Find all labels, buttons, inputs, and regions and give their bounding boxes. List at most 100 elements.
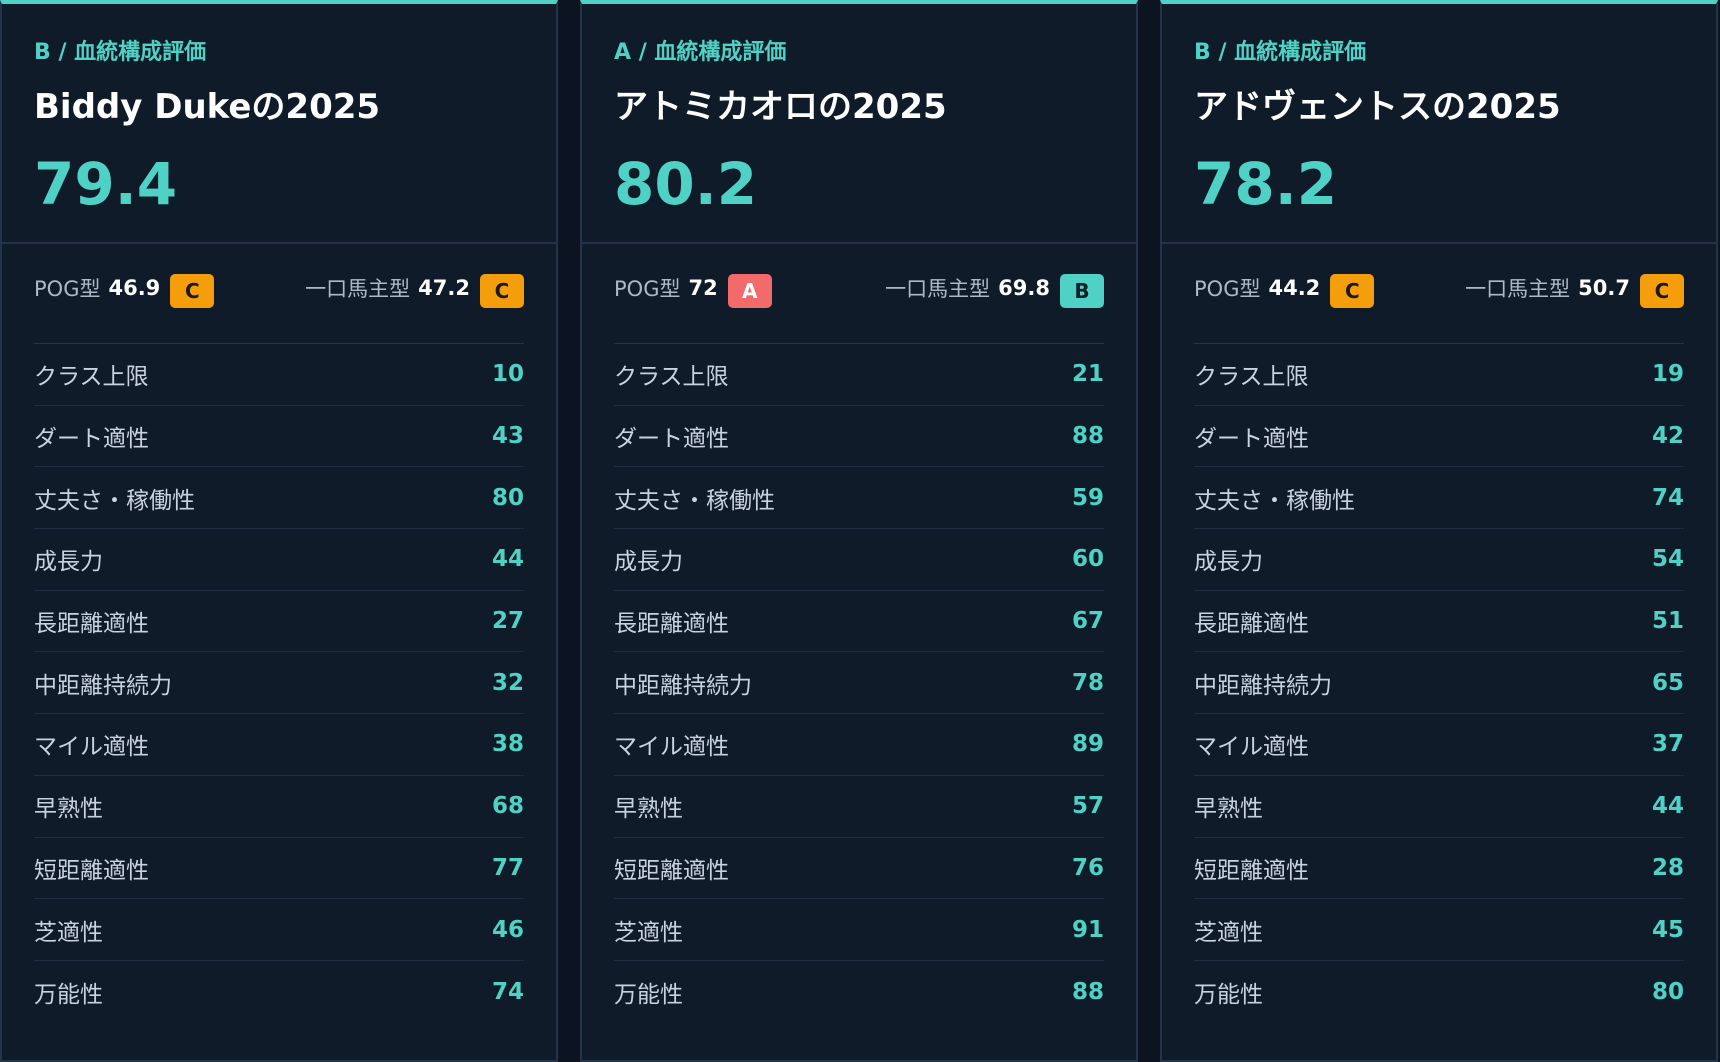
stat-value: 74 xyxy=(1651,484,1684,511)
owner-type: 一口馬主型 50.7 C xyxy=(1465,268,1684,308)
stat-label: 短距離適性 xyxy=(614,857,729,884)
stat-label: クラス上限 xyxy=(1194,364,1309,391)
stat-label: 早熟性 xyxy=(614,796,683,823)
stat-label: 長距離適性 xyxy=(34,611,149,638)
pog-grade-badge: C xyxy=(1330,273,1375,308)
stat-row: クラス上限 19 xyxy=(1194,344,1684,406)
owner-type-value: 50.7 xyxy=(1578,275,1630,300)
card-header: A / 血統構成評価 アトミカオロの2025 80.2 xyxy=(582,4,1136,244)
stat-label: 芝適性 xyxy=(1194,919,1263,946)
stat-label: 成長力 xyxy=(614,549,683,576)
type-scores: POG型 72 A 一口馬主型 69.8 B xyxy=(614,244,1104,344)
stat-label: クラス上限 xyxy=(614,364,729,391)
stat-value: 80 xyxy=(1651,978,1684,1005)
stat-label: 万能性 xyxy=(1194,981,1263,1008)
stat-label: 短距離適性 xyxy=(1194,857,1309,884)
stat-label: 成長力 xyxy=(34,549,103,576)
stat-row: 中距離持続力 32 xyxy=(34,652,524,715)
stat-row: 長距離適性 51 xyxy=(1194,591,1684,653)
evaluation-grade-line: B / 血統構成評価 xyxy=(1194,40,1367,65)
stat-label: ダート適性 xyxy=(1194,426,1309,453)
stat-value: 51 xyxy=(1651,608,1684,635)
stat-value: 67 xyxy=(1071,608,1104,635)
stat-value: 80 xyxy=(491,484,524,511)
evaluation-grade: A xyxy=(614,40,632,65)
stat-value: 10 xyxy=(491,361,524,388)
pedigree-card-3: B / 血統構成評価 アドヴェントスの2025 78.2 POG型 44.2 C… xyxy=(1160,0,1718,1062)
stat-label: ダート適性 xyxy=(34,426,149,453)
pedigree-card-1: B / 血統構成評価 Biddy Dukeの2025 79.4 POG型 46.… xyxy=(0,0,558,1062)
stat-value: 78 xyxy=(1071,669,1104,696)
stat-label: 芝適性 xyxy=(614,919,683,946)
stat-value: 54 xyxy=(1651,546,1684,573)
stat-row: 長距離適性 67 xyxy=(614,591,1104,653)
owner-type-value: 69.8 xyxy=(998,275,1050,300)
stat-value: 38 xyxy=(491,731,524,758)
stat-label: マイル適性 xyxy=(614,734,729,761)
stat-value: 21 xyxy=(1071,361,1104,388)
overall-score: 80.2 xyxy=(614,150,758,218)
stat-label: 早熟性 xyxy=(1194,796,1263,823)
stat-value: 44 xyxy=(1651,793,1684,820)
stat-value: 88 xyxy=(1071,423,1104,450)
card-title: アドヴェントスの2025 xyxy=(1194,87,1561,127)
stat-label: 万能性 xyxy=(614,981,683,1008)
pog-type: POG型 44.2 C xyxy=(1194,268,1375,308)
stat-row: 丈夫さ・稼働性 59 xyxy=(614,467,1104,530)
stat-row: 早熟性 44 xyxy=(1194,776,1684,838)
card-header: B / 血統構成評価 Biddy Dukeの2025 79.4 xyxy=(2,4,556,244)
stat-label: 芝適性 xyxy=(34,919,103,946)
stat-row: 丈夫さ・稼働性 80 xyxy=(34,467,524,530)
stat-row: ダート適性 42 xyxy=(1194,406,1684,468)
type-scores: POG型 44.2 C 一口馬主型 50.7 C xyxy=(1194,244,1684,344)
pedigree-card-2: A / 血統構成評価 アトミカオロの2025 80.2 POG型 72 A 一口… xyxy=(580,0,1138,1062)
card-body: POG型 72 A 一口馬主型 69.8 B クラス上限 21 ダート適性 88 丈… xyxy=(582,244,1136,1023)
stat-row: 芝適性 45 xyxy=(1194,899,1684,961)
card-title: Biddy Dukeの2025 xyxy=(34,87,381,127)
pog-type-label: POG型 xyxy=(1194,276,1261,301)
evaluation-grade: B xyxy=(1194,40,1211,65)
owner-type: 一口馬主型 69.8 B xyxy=(885,268,1104,308)
stat-row: 成長力 54 xyxy=(1194,529,1684,591)
stat-row: 芝適性 91 xyxy=(614,899,1104,961)
stat-row: 万能性 74 xyxy=(34,961,524,1023)
stat-row: 万能性 88 xyxy=(614,961,1104,1023)
stat-row: ダート適性 43 xyxy=(34,406,524,468)
stat-label: 早熟性 xyxy=(34,796,103,823)
stat-row: ダート適性 88 xyxy=(614,406,1104,468)
stat-label: 丈夫さ・稼働性 xyxy=(1194,487,1355,514)
stat-label: 丈夫さ・稼働性 xyxy=(34,487,195,514)
stat-value: 43 xyxy=(491,423,524,450)
stat-label: マイル適性 xyxy=(1194,734,1309,761)
evaluation-label: 血統構成評価 xyxy=(74,40,207,65)
evaluation-grade-line: A / 血統構成評価 xyxy=(614,40,787,65)
card-title: アトミカオロの2025 xyxy=(614,87,947,127)
overall-score: 78.2 xyxy=(1194,150,1338,218)
stat-row: 芝適性 46 xyxy=(34,899,524,961)
stat-label: マイル適性 xyxy=(34,734,149,761)
stat-value: 42 xyxy=(1651,423,1684,450)
evaluation-label: 血統構成評価 xyxy=(1234,40,1367,65)
pog-type-label: POG型 xyxy=(34,276,101,301)
stat-row: 万能性 80 xyxy=(1194,961,1684,1023)
stat-value: 19 xyxy=(1651,361,1684,388)
stat-value: 91 xyxy=(1071,916,1104,943)
overall-score: 79.4 xyxy=(34,150,178,218)
stat-value: 60 xyxy=(1071,546,1104,573)
stat-list: クラス上限 19 ダート適性 42 丈夫さ・稼働性 74 成長力 54 長距離適性 51 … xyxy=(1194,344,1684,1023)
stat-row: マイル適性 89 xyxy=(614,714,1104,776)
stat-value: 28 xyxy=(1651,854,1684,881)
owner-grade-badge: C xyxy=(480,273,524,308)
card-body: POG型 44.2 C 一口馬主型 50.7 C クラス上限 19 ダート適性 42… xyxy=(1162,244,1716,1023)
stat-value: 74 xyxy=(491,978,524,1005)
stat-label: 長距離適性 xyxy=(1194,611,1309,638)
stat-row: 早熟性 68 xyxy=(34,776,524,838)
stat-row: 短距離適性 28 xyxy=(1194,838,1684,900)
evaluation-grade: B xyxy=(34,40,51,65)
stat-value: 77 xyxy=(491,854,524,881)
card-body: POG型 46.9 C 一口馬主型 47.2 C クラス上限 10 ダート適性 43… xyxy=(2,244,556,1023)
stat-label: 成長力 xyxy=(1194,549,1263,576)
pog-type-value: 46.9 xyxy=(108,275,161,300)
stat-label: クラス上限 xyxy=(34,364,149,391)
stat-row: 丈夫さ・稼働性 74 xyxy=(1194,467,1684,530)
